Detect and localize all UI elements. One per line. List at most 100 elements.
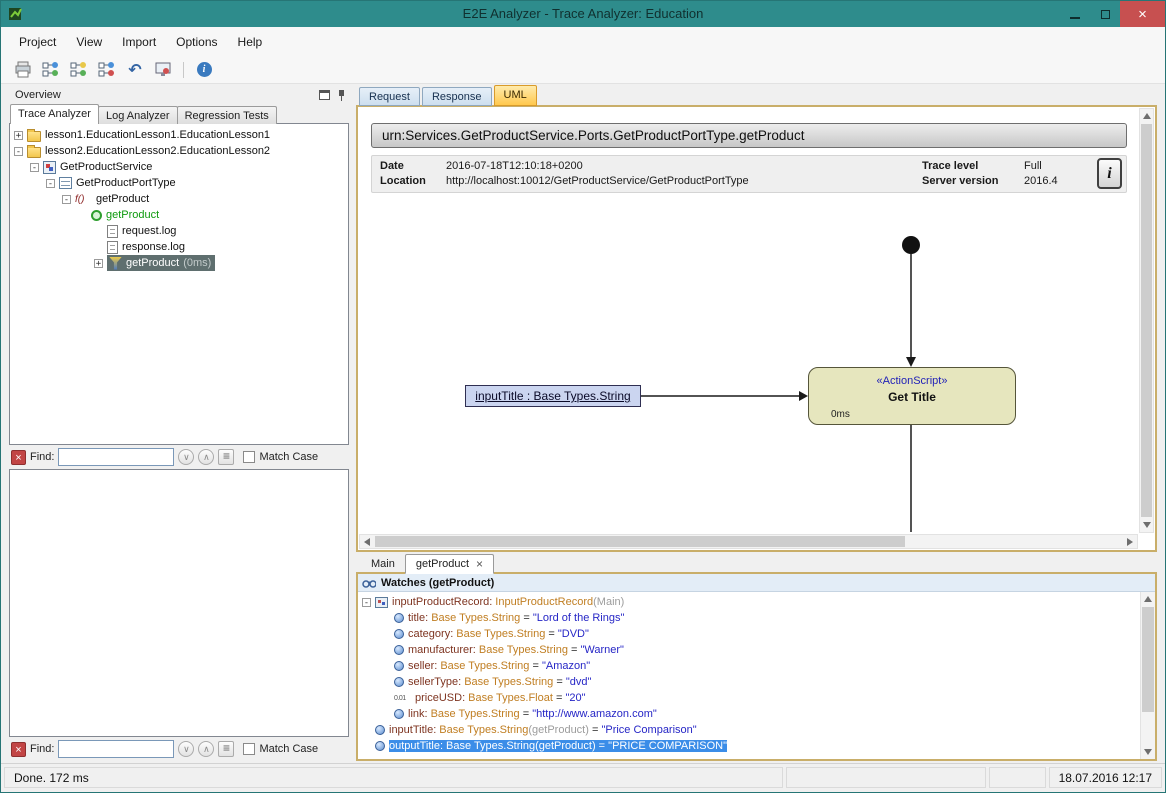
menu-options[interactable]: Options <box>166 30 227 54</box>
tree-item-lesson2[interactable]: -lesson2.EducationLesson2.EducationLesso… <box>10 143 348 159</box>
expander-icon[interactable]: - <box>362 598 371 607</box>
find-next-button[interactable]: ∨ <box>178 741 194 757</box>
close-find-button[interactable]: × <box>11 742 26 757</box>
expander-icon[interactable]: - <box>14 147 23 156</box>
find-options-button[interactable]: ≡ <box>218 449 234 465</box>
scrollbar-thumb[interactable] <box>375 536 905 547</box>
watch-row-outputtitle[interactable]: outputTitle:Base Types.String(getProduct… <box>358 738 1155 754</box>
match-case-checkbox[interactable] <box>243 451 255 463</box>
tree-item-getproduct-operation[interactable]: -f()getProduct <box>10 191 348 207</box>
watch-type: Base Types.String <box>456 628 545 640</box>
window-controls: × <box>1060 1 1165 27</box>
tab-request[interactable]: Request <box>359 87 420 106</box>
watch-row-inputtitle[interactable]: inputTitle:Base Types.String(getProduct)… <box>358 722 1155 738</box>
watch-type: Base Types.String <box>464 676 553 688</box>
close-button[interactable]: × <box>1120 1 1165 27</box>
info-glyph: i <box>197 62 212 77</box>
minimize-button[interactable] <box>1060 1 1090 27</box>
tab-main[interactable]: Main <box>361 555 405 573</box>
scroll-down-icon[interactable] <box>1144 749 1152 755</box>
activity-node-get-title[interactable]: «ActionScript» Get Title 0ms <box>808 367 1016 425</box>
watch-value: "20" <box>565 692 585 704</box>
initial-node[interactable] <box>902 236 920 254</box>
float-panel-icon[interactable] <box>319 90 330 100</box>
tab-regression-tests[interactable]: Regression Tests <box>177 106 277 124</box>
log-file-icon <box>107 225 118 238</box>
menu-import[interactable]: Import <box>112 30 166 54</box>
scroll-down-icon[interactable] <box>1143 522 1151 528</box>
tree-item-getproduct-script[interactable]: getProduct <box>10 207 348 223</box>
match-case-checkbox[interactable] <box>243 743 255 755</box>
object-node-input-title[interactable]: inputTitle : Base Types.String <box>465 385 641 407</box>
watch-type: Base Types.String <box>446 740 535 752</box>
scroll-up-icon[interactable] <box>1144 596 1152 602</box>
expander-icon[interactable]: - <box>62 195 71 204</box>
scroll-right-icon[interactable] <box>1127 538 1133 546</box>
tree-item-getproduct-trace[interactable]: + getProduct(0ms) <box>10 255 348 271</box>
print-icon[interactable] <box>13 60 33 80</box>
statusbar: Done. 172 ms 18.07.2016 12:17 <box>1 763 1165 792</box>
maximize-button[interactable] <box>1090 1 1120 27</box>
watch-type: Base Types.String <box>440 660 529 672</box>
overview-tabs: Trace Analyzer Log Analyzer Regression T… <box>9 104 349 124</box>
tree-item-getproductservice[interactable]: -GetProductService <box>10 159 348 175</box>
info-icon[interactable]: i <box>194 60 214 80</box>
import-tree-icon[interactable] <box>69 60 89 80</box>
watch-row-category[interactable]: category:Base Types.String = "DVD" <box>358 626 1155 642</box>
diagram-vertical-scrollbar[interactable] <box>1139 108 1154 533</box>
menu-project[interactable]: Project <box>9 30 66 54</box>
find-options-button[interactable]: ≡ <box>218 741 234 757</box>
export-log-icon[interactable] <box>153 60 173 80</box>
uml-operation-title: urn:Services.GetProductService.Ports.Get… <box>371 123 1127 148</box>
tree-item-request-log[interactable]: request.log <box>10 223 348 239</box>
find-next-button[interactable]: ∨ <box>178 449 194 465</box>
expander-icon[interactable]: - <box>30 163 39 172</box>
undo-icon[interactable]: ↶ <box>125 60 145 80</box>
tab-log-analyzer[interactable]: Log Analyzer <box>98 106 178 124</box>
watch-value: "http://www.amazon.com" <box>532 708 657 720</box>
folder-icon <box>27 147 41 158</box>
expander-icon[interactable]: - <box>46 179 55 188</box>
scroll-left-icon[interactable] <box>364 538 370 546</box>
tree-item-label: getProduct <box>106 209 159 221</box>
find-input[interactable] <box>58 448 174 466</box>
tree-item-lesson1[interactable]: +lesson1.EducationLesson1.EducationLesso… <box>10 127 348 143</box>
find-previous-button[interactable]: ∧ <box>198 741 214 757</box>
pin-panel-icon[interactable] <box>337 90 347 101</box>
server-version-value: 2016.4 <box>1024 174 1082 189</box>
watch-row-title[interactable]: title:Base Types.String = "Lord of the R… <box>358 610 1155 626</box>
diagram-edges <box>361 195 1121 532</box>
watch-text: link:Base Types.String = "http://www.ama… <box>408 708 657 720</box>
tree-item-getproductporttype[interactable]: -GetProductPortType <box>10 175 348 191</box>
tab-response[interactable]: Response <box>422 87 492 106</box>
scrollbar-thumb[interactable] <box>1141 124 1152 517</box>
watches-vertical-scrollbar[interactable] <box>1140 592 1155 759</box>
expand-tree-icon[interactable] <box>41 60 61 80</box>
menu-help[interactable]: Help <box>228 30 273 54</box>
info-button[interactable]: i <box>1097 158 1122 189</box>
tree-item-label: getProduct <box>96 193 149 205</box>
string-variable-icon <box>375 741 385 751</box>
watch-row-seller[interactable]: seller:Base Types.String = "Amazon" <box>358 658 1155 674</box>
watch-row-manufacturer[interactable]: manufacturer:Base Types.String = "Warner… <box>358 642 1155 658</box>
refresh-tree-icon[interactable] <box>97 60 117 80</box>
find-input[interactable] <box>58 740 174 758</box>
scroll-up-icon[interactable] <box>1143 113 1151 119</box>
tab-close-icon[interactable]: × <box>476 559 483 569</box>
expander-icon[interactable]: + <box>94 259 103 268</box>
watch-row-sellertype[interactable]: sellerType:Base Types.String = "dvd" <box>358 674 1155 690</box>
menu-view[interactable]: View <box>66 30 112 54</box>
diagram-horizontal-scrollbar[interactable] <box>359 534 1138 549</box>
watch-row-link[interactable]: link:Base Types.String = "http://www.ama… <box>358 706 1155 722</box>
watch-row-inputproductrecord[interactable]: -inputProductRecord:InputProductRecord(M… <box>358 594 1155 610</box>
tree-item-response-log[interactable]: response.log <box>10 239 348 255</box>
watch-row-priceusd[interactable]: 0.01priceUSD:Base Types.Float = "20" <box>358 690 1155 706</box>
find-previous-button[interactable]: ∧ <box>198 449 214 465</box>
tab-trace-analyzer[interactable]: Trace Analyzer <box>10 104 99 124</box>
expander-icon[interactable]: + <box>14 131 23 140</box>
tab-uml[interactable]: UML <box>494 85 537 106</box>
scrollbar-thumb[interactable] <box>1142 607 1154 712</box>
tab-getproduct[interactable]: getProduct× <box>405 554 494 574</box>
close-find-button[interactable]: × <box>11 450 26 465</box>
selected-tree-item[interactable]: getProduct(0ms) <box>107 255 215 271</box>
